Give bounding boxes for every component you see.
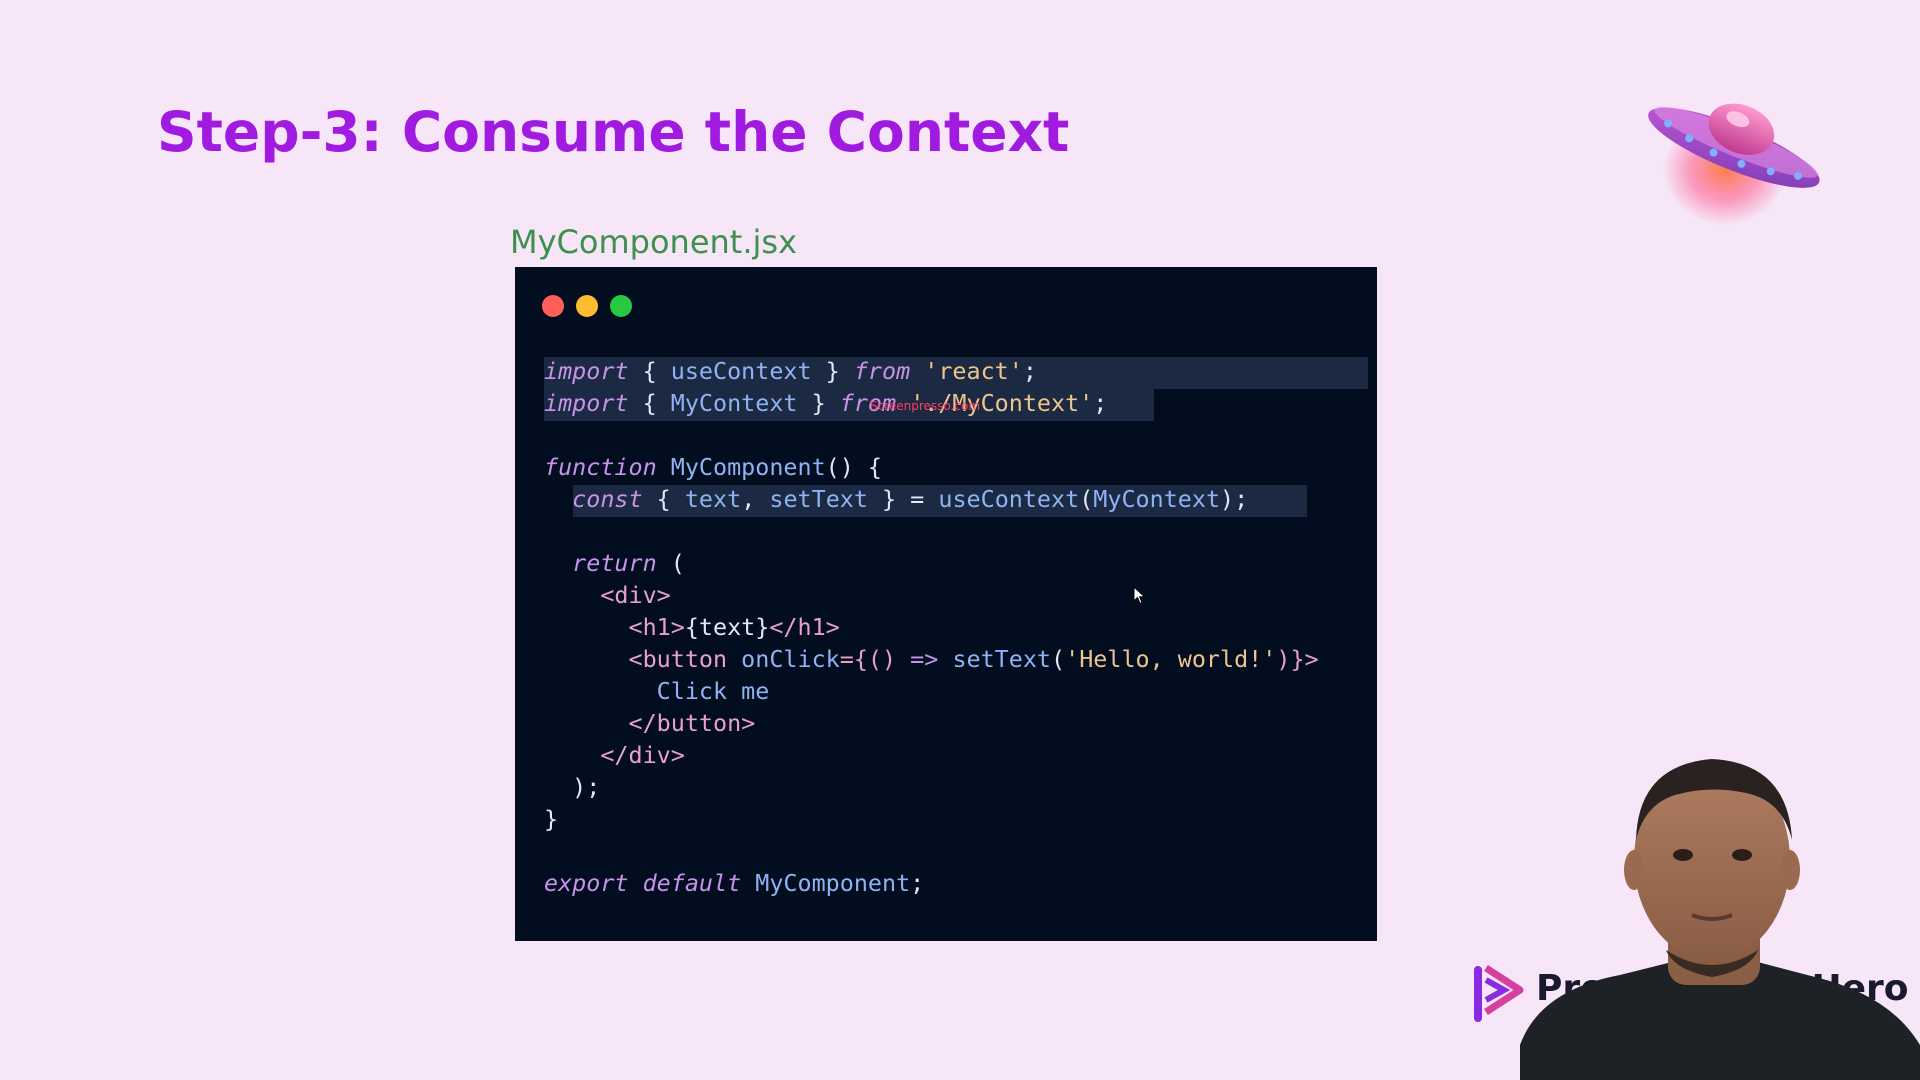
code-token: <button <box>628 645 742 673</box>
code-line: <h1>{text}</h1> <box>544 611 1319 643</box>
presenter-webcam-image <box>1520 759 1920 1080</box>
code-token: MyContext <box>1093 485 1221 513</box>
play-logo-icon <box>1474 965 1524 1022</box>
code-token: { <box>628 357 671 385</box>
slide-title: Step-3: Consume the Context <box>157 100 1070 164</box>
code-token: 'react' <box>924 357 1023 385</box>
watermark-text: Screenpresso.com <box>870 399 981 413</box>
minimize-dot <box>576 295 598 317</box>
file-name-label: MyComponent.jsx <box>510 223 797 261</box>
code-token: </h1> <box>769 613 840 641</box>
code-token: , <box>741 485 770 513</box>
code-token: } = <box>867 485 939 513</box>
code-token: useContext <box>670 357 812 385</box>
code-line: </button> <box>544 707 1319 739</box>
code-token: Click me <box>656 677 770 705</box>
code-token: from <box>853 357 911 385</box>
code-token: ; <box>1093 389 1108 417</box>
code-token: <div> <box>600 581 671 609</box>
code-token: </button> <box>628 709 756 737</box>
close-dot <box>542 295 564 317</box>
code-token: MyComponent <box>670 453 826 481</box>
code-token: () { <box>825 453 883 481</box>
code-block: import { useContext } from 'react'; impor… <box>544 355 1319 899</box>
code-token: ); <box>1220 485 1249 513</box>
code-token: <h1> <box>628 613 685 641</box>
code-token: ={() <box>839 645 911 673</box>
code-line: import { useContext } from 'react'; <box>544 355 1319 387</box>
code-token: import <box>544 357 629 385</box>
code-token: ; <box>1022 357 1037 385</box>
code-line: export default MyComponent; <box>544 867 1319 899</box>
code-token: useContext <box>938 485 1080 513</box>
code-line: <button onClick={() => setText('Hello, w… <box>544 643 1319 675</box>
ufo-icon <box>1648 103 1820 225</box>
code-token: onClick <box>741 645 840 673</box>
code-token: )}> <box>1276 645 1319 673</box>
code-line: </div> <box>544 739 1319 771</box>
code-token: return <box>572 549 657 577</box>
code-line: ); <box>544 771 1319 803</box>
code-token: ( <box>1079 485 1094 513</box>
code-token: 'Hello, world!' <box>1065 645 1277 673</box>
code-token: { <box>628 389 671 417</box>
code-token: {text} <box>684 613 770 641</box>
maximize-dot <box>610 295 632 317</box>
code-token: import <box>544 389 629 417</box>
code-token: ); <box>544 773 601 801</box>
code-line: function MyComponent() { <box>544 451 1319 483</box>
code-line: Click me <box>544 675 1319 707</box>
code-token: default <box>642 869 742 897</box>
code-token: ( <box>1051 645 1066 673</box>
code-line: <div> <box>544 579 1319 611</box>
code-token: } <box>811 357 854 385</box>
code-token: } <box>544 805 559 833</box>
code-token: setText <box>769 485 868 513</box>
code-token: ; <box>910 869 925 897</box>
code-line: } <box>544 803 1319 835</box>
code-token: { <box>642 485 685 513</box>
code-line: return ( <box>544 547 1319 579</box>
code-token: const <box>572 485 643 513</box>
code-token: function <box>544 453 657 481</box>
code-token: export <box>544 869 629 897</box>
code-token: text <box>684 485 742 513</box>
code-token: MyComponent <box>755 869 911 897</box>
code-line: const { text, setText } = useContext(MyC… <box>544 483 1319 515</box>
code-token: } <box>797 389 840 417</box>
code-window: import { useContext } from 'react'; impor… <box>515 267 1377 941</box>
mouse-cursor-icon <box>1133 586 1146 605</box>
code-token: ( <box>656 549 685 577</box>
code-token: => <box>910 645 939 673</box>
code-token: MyContext <box>670 389 798 417</box>
code-token: setText <box>952 645 1052 673</box>
code-token: </div> <box>600 741 685 769</box>
